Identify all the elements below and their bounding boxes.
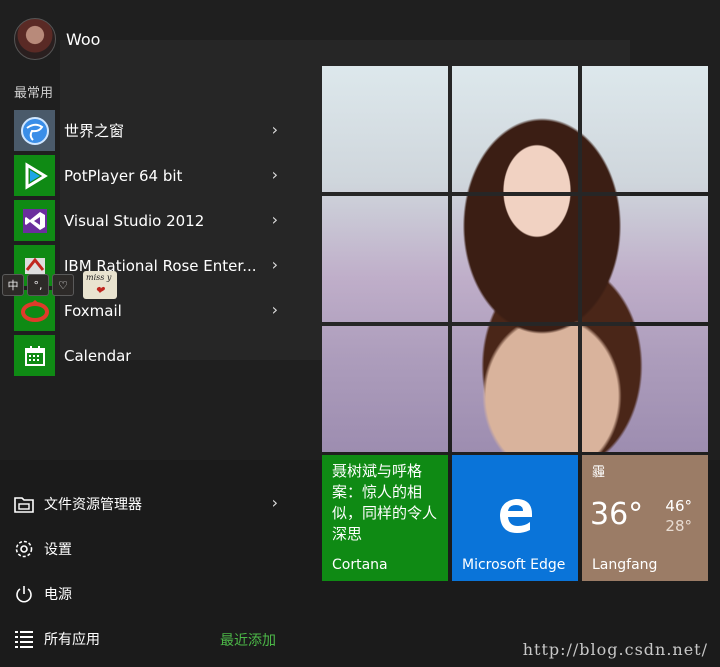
chevron-right-icon[interactable]: › — [272, 493, 278, 512]
ime-skin-text: miss y — [86, 273, 112, 282]
calendar-icon — [14, 335, 55, 376]
gear-icon — [14, 539, 34, 559]
ime-language-button[interactable]: 中 — [2, 274, 24, 296]
chevron-right-icon[interactable]: › — [272, 210, 278, 229]
low-temperature: 28° — [665, 517, 692, 535]
photo-tile[interactable] — [452, 196, 578, 322]
most-used-label: 最常用 — [14, 86, 54, 101]
app-label: 世界之窗 — [64, 122, 125, 140]
app-item-theworld[interactable]: 世界之窗 › — [14, 108, 294, 153]
weather-location: Langfang — [592, 557, 658, 573]
chevron-right-icon[interactable]: › — [272, 165, 278, 184]
settings-item[interactable]: 设置 — [14, 534, 294, 564]
photo-tile[interactable] — [582, 196, 708, 322]
settings-label: 设置 — [44, 542, 72, 558]
heart-icon[interactable]: ♡ — [52, 274, 74, 296]
app-item-potplayer[interactable]: PotPlayer 64 bit › — [14, 153, 294, 198]
cortana-tile[interactable]: 聂树斌与呼格案：惊人的相似，同样的令人深思 Cortana — [322, 455, 448, 581]
photo-tile[interactable] — [582, 66, 708, 192]
app-item-calendar[interactable]: Calendar — [14, 333, 294, 378]
photo-tile[interactable] — [452, 326, 578, 452]
photo-tile[interactable] — [322, 326, 448, 452]
app-item-visual-studio[interactable]: Visual Studio 2012 › — [14, 198, 294, 243]
high-temperature: 46° — [665, 497, 692, 515]
weather-condition: 霾 — [592, 465, 606, 480]
power-item[interactable]: 电源 — [14, 579, 294, 609]
power-icon — [14, 584, 34, 604]
watermark-text: http://blog.csdn.net/ — [522, 640, 708, 659]
weather-tile[interactable]: 霾 36° 46° 28° Langfang — [582, 455, 708, 581]
avatar — [14, 18, 56, 60]
ime-toolbar[interactable]: 中 °, ♡ miss y ❤ — [2, 271, 117, 299]
edge-label: Microsoft Edge — [462, 557, 566, 573]
app-label: PotPlayer 64 bit — [64, 166, 183, 185]
photo-tile[interactable] — [582, 326, 708, 452]
chevron-right-icon[interactable]: › — [272, 300, 278, 319]
app-label: Calendar — [64, 346, 132, 365]
chevron-right-icon[interactable]: › — [272, 120, 278, 139]
ime-skin-button[interactable]: miss y ❤ — [83, 271, 117, 299]
visual-studio-icon — [14, 200, 55, 241]
start-menu-left-pane: Woo 最常用 世界之窗 › PotPlayer 64 bit › Visual… — [0, 0, 310, 667]
photo-tile[interactable] — [452, 66, 578, 192]
edge-icon — [496, 495, 536, 546]
recently-added-label: 最近添加 — [220, 633, 276, 649]
file-explorer-item[interactable]: 文件资源管理器 › — [14, 489, 294, 519]
ime-punctuation-button[interactable]: °, — [27, 274, 49, 296]
cortana-news-text: 聂树斌与呼格案：惊人的相似，同样的令人深思 — [332, 462, 438, 543]
app-label: Visual Studio 2012 — [64, 211, 205, 230]
power-label: 电源 — [44, 587, 72, 603]
photo-tile[interactable] — [322, 196, 448, 322]
all-apps-label: 所有应用 — [44, 632, 100, 648]
cortana-label: Cortana — [332, 557, 388, 573]
current-temperature: 36° — [590, 497, 644, 532]
file-explorer-label: 文件资源管理器 — [44, 497, 142, 513]
user-account[interactable]: Woo — [14, 18, 100, 60]
folder-icon — [14, 494, 34, 514]
photo-tile-group — [322, 66, 708, 452]
edge-tile[interactable]: Microsoft Edge — [452, 455, 578, 581]
photo-tile[interactable] — [322, 66, 448, 192]
list-icon — [14, 629, 34, 649]
user-name: Woo — [66, 29, 101, 49]
chevron-right-icon[interactable]: › — [272, 255, 278, 274]
heart-icon: ❤ — [95, 284, 105, 297]
play-icon — [14, 155, 55, 196]
app-label: Foxmail — [64, 301, 122, 320]
most-used-list: 世界之窗 › PotPlayer 64 bit › Visual Studio … — [14, 108, 294, 378]
globe-icon — [14, 110, 55, 151]
